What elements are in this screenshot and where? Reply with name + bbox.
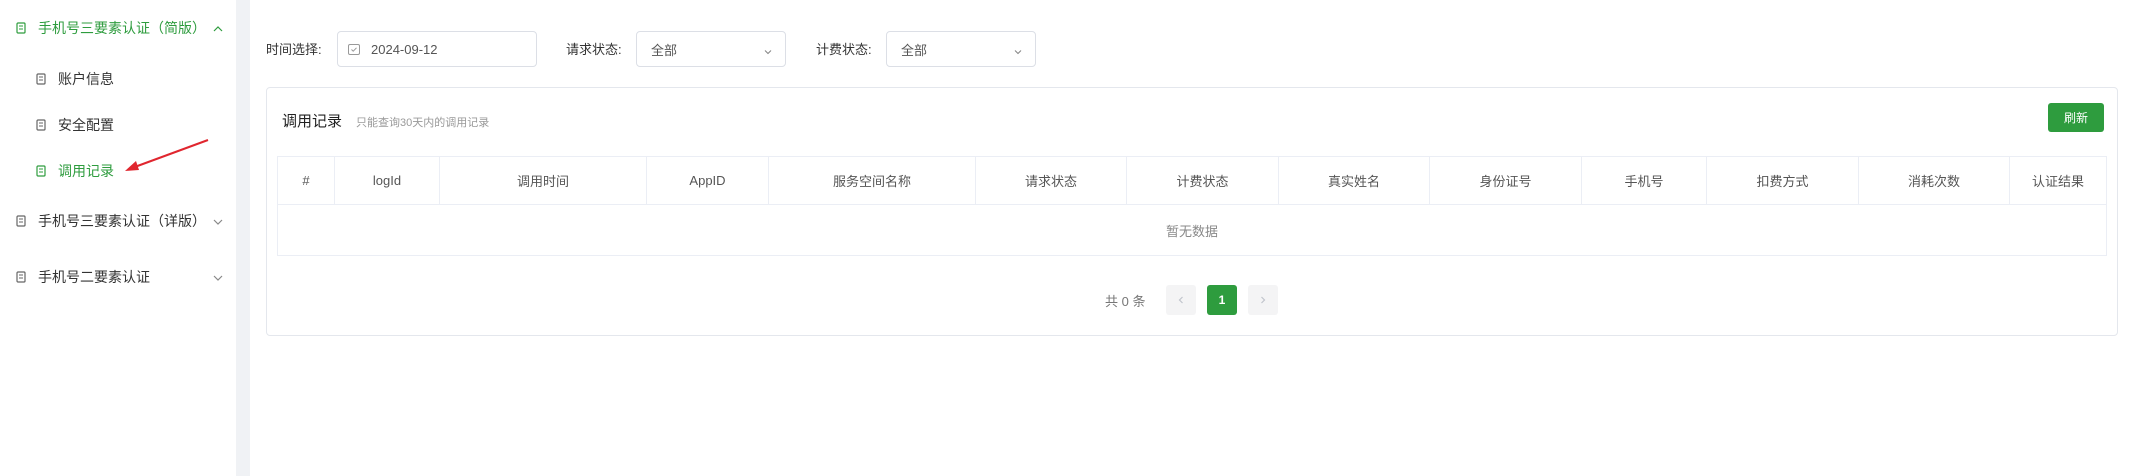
column-header[interactable]: 消耗次数 [1859, 157, 2010, 204]
pagination: 共 0 条 1 [267, 285, 2117, 315]
document-icon [14, 21, 28, 35]
column-header[interactable]: 认证结果 [2010, 157, 2106, 204]
date-picker[interactable]: 2024-09-12 [337, 31, 537, 67]
request-status-label: 请求状态: [566, 42, 622, 57]
card-hint: 只能查询30天内的调用记录 [356, 117, 490, 129]
chevron-right-icon [1261, 296, 1266, 304]
card-title: 调用记录 [282, 113, 343, 130]
column-header[interactable]: 调用时间 [440, 157, 647, 204]
call-records-card: 调用记录 只能查询30天内的调用记录 刷新 # logId 调用时间 AppID… [266, 87, 2118, 336]
menu-group-basic[interactable]: 手机号三要素认证（简版） [0, 2, 236, 54]
refresh-button[interactable]: 刷新 [2048, 103, 2104, 132]
empty-state: 暂无数据 [1165, 223, 1218, 239]
table-header: # logId 调用时间 AppID 服务空间名称 请求状态 计费状态 真实姓名… [278, 157, 2106, 205]
document-icon [14, 214, 28, 228]
billing-status-select[interactable]: 全部 [886, 31, 1036, 67]
document-icon [14, 270, 28, 284]
column-header[interactable]: 身份证号 [1430, 157, 1582, 204]
billing-status-value: 全部 [901, 42, 928, 58]
chevron-down-icon [763, 44, 773, 55]
column-header[interactable]: 扣费方式 [1707, 157, 1859, 204]
sidebar-item-label: 调用记录 [58, 163, 114, 179]
sidebar-item-label: 账户信息 [58, 71, 114, 87]
annotation-arrow-icon [125, 139, 209, 171]
column-header[interactable]: logId [335, 157, 440, 204]
records-table: # logId 调用时间 AppID 服务空间名称 请求状态 计费状态 真实姓名… [277, 156, 2107, 256]
next-page-button[interactable] [1248, 285, 1278, 315]
billing-status-label: 计费状态: [816, 42, 872, 57]
column-header[interactable]: 真实姓名 [1279, 157, 1430, 204]
sidebar-divider [236, 0, 250, 476]
column-header[interactable]: 计费状态 [1127, 157, 1279, 204]
menu-group-label: 手机号三要素认证（简版） [38, 20, 206, 36]
date-value: 2024-09-12 [371, 41, 438, 57]
column-header[interactable]: AppID [647, 157, 769, 204]
request-status-value: 全部 [651, 42, 678, 58]
document-icon [34, 164, 48, 178]
column-header[interactable]: 手机号 [1582, 157, 1707, 204]
time-filter-label: 时间选择: [266, 42, 322, 57]
document-icon [34, 72, 48, 86]
menu-group-label: 手机号三要素认证（详版） [38, 213, 206, 229]
page-button-current[interactable]: 1 [1207, 285, 1237, 315]
sidebar-item-label: 安全配置 [58, 117, 114, 133]
menu-group-two-factor[interactable]: 手机号二要素认证 [0, 251, 236, 303]
calendar-icon [347, 42, 361, 56]
sidebar-item-account-info[interactable]: 账户信息 [0, 57, 236, 101]
request-status-select[interactable]: 全部 [636, 31, 786, 67]
prev-page-button[interactable] [1166, 285, 1196, 315]
menu-group-detailed[interactable]: 手机号三要素认证（详版） [0, 195, 236, 247]
total-count: 共 0 条 [1105, 294, 1146, 309]
column-header[interactable]: 请求状态 [976, 157, 1127, 204]
chevron-left-icon [1178, 296, 1183, 304]
chevron-up-icon [212, 22, 224, 34]
document-icon [34, 118, 48, 132]
menu-group-label: 手机号二要素认证 [38, 269, 150, 285]
chevron-down-icon [212, 215, 224, 227]
column-header[interactable]: 服务空间名称 [769, 157, 976, 204]
chevron-down-icon [1013, 44, 1023, 55]
chevron-down-icon [212, 271, 224, 283]
sidebar: 手机号三要素认证（简版） 账户信息 安全配置 调用记录 手机号三要素认证（详版） [0, 0, 236, 476]
column-header[interactable]: # [278, 157, 335, 204]
